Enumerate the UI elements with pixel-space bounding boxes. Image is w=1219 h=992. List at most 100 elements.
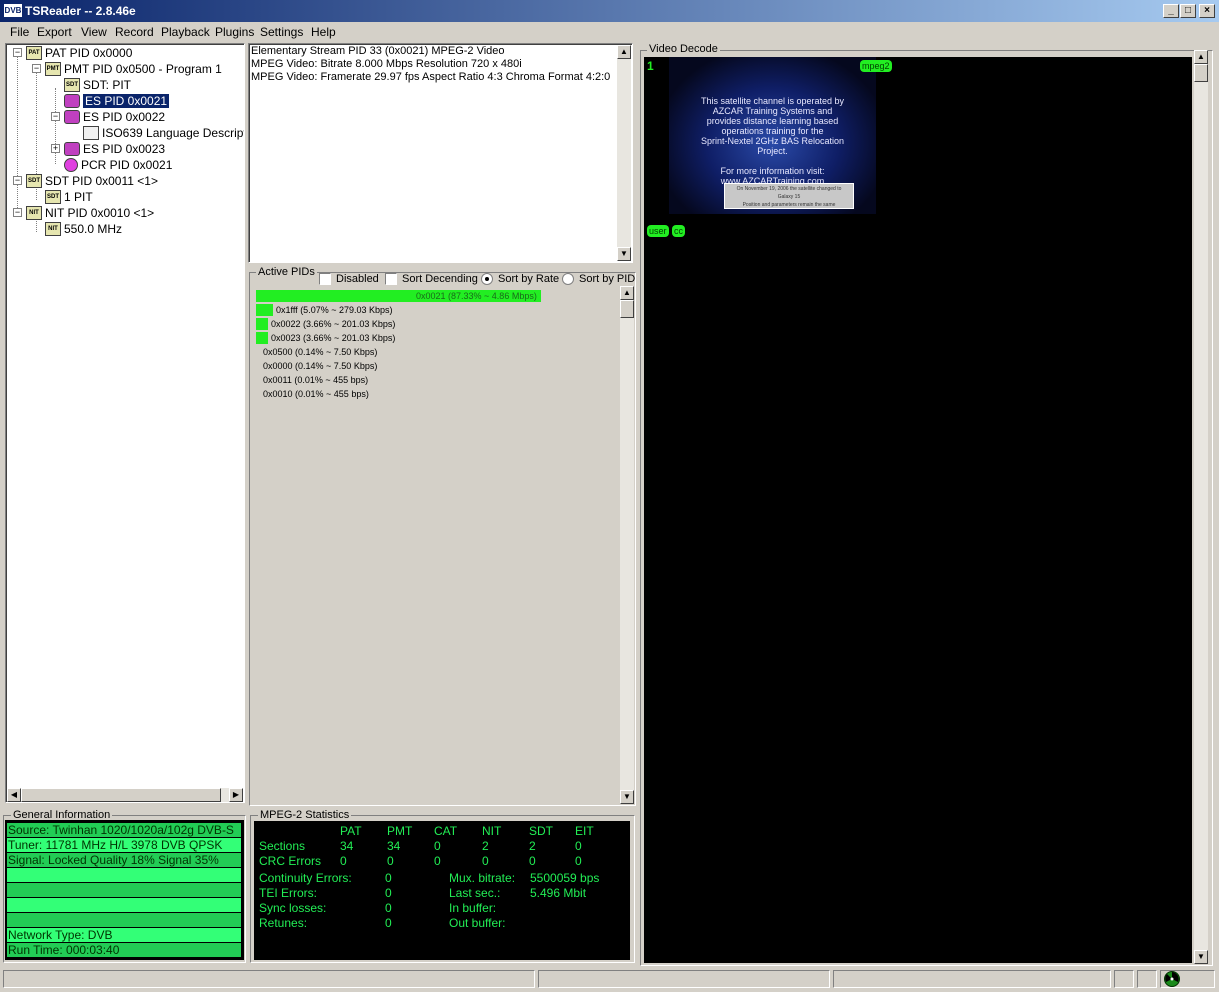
stream-info-panel[interactable]: Elementary Stream PID 33 (0x0021) MPEG-2… [248,43,633,263]
pid-rate-label[interactable]: 0x0000 (0.14% ~ 7.50 Kbps) [263,361,377,371]
expander-es-0023[interactable]: + [51,144,60,153]
frame-text: AZCAR Training Systems and [712,106,833,116]
info-row-empty [7,883,241,897]
frame-text: This satellite channel is operated by [700,96,845,106]
scroll-right-button[interactable]: ▶ [229,788,243,802]
expander-pmt[interactable]: − [32,64,41,73]
tree-node-es-0023[interactable]: ES PID 0x0023 [64,140,165,156]
expander-es-0022[interactable]: − [51,112,60,121]
tree-node-pcr[interactable]: PCR PID 0x0021 [64,156,172,172]
title-bar[interactable]: DVB TSReader -- 2.8.46e _ □ × [0,0,1219,22]
tree-node-frequency[interactable]: NIT 550.0 MHz [45,220,122,236]
col-header: PAT [340,824,362,838]
tree-node-nit[interactable]: NIT NIT PID 0x0010 <1> [26,204,154,220]
pid-vscroll-track[interactable] [620,286,634,804]
tree-node-pat[interactable]: PAT PAT PID 0x0000 [26,44,132,60]
tree-node-pmt[interactable]: PMT PMT PID 0x0500 - Program 1 [45,60,222,76]
tree-label: NIT PID 0x0010 <1> [45,205,155,220]
menu-export[interactable]: Export [37,25,72,39]
tree-label: 1 PIT [64,189,93,204]
tree-node-pit[interactable]: SDT 1 PIT [45,188,93,204]
frame-text: Project. [757,146,788,156]
pid-rate-label[interactable]: 0x0023 (3.66% ~ 201.03 Kbps) [271,333,395,343]
menu-view[interactable]: View [81,25,107,39]
sort-by-pid-radio[interactable] [562,273,574,285]
last-sec-value: 5.496 Mbit [530,886,587,900]
menu-record[interactable]: Record [115,25,154,39]
close-button[interactable]: × [1199,4,1215,18]
frame-text: Sprint-Nextel 2GHz BAS Relocation [700,136,845,146]
info-vscroll-track[interactable] [617,45,631,261]
pid-rate-label[interactable]: 0x1fff (5.07% ~ 279.03 Kbps) [276,305,393,315]
video-display[interactable]: 1 This satellite channel is operated by … [644,57,1192,963]
tei-value: 0 [385,886,392,900]
active-pids-title: Active PIDs [256,266,317,278]
nit-icon: NIT [45,221,61,236]
menu-playback[interactable]: Playback [161,25,210,39]
sort-descending-checkbox[interactable] [385,273,397,285]
scroll-down-button[interactable]: ▼ [1194,950,1208,964]
crc-label: CRC Errors [259,854,321,868]
scroll-up-button[interactable]: ▲ [617,45,631,59]
menu-file[interactable]: File [10,25,29,39]
notice-text: On November 19, 2006 the satellite chang… [736,186,842,192]
scroll-down-button[interactable]: ▼ [620,790,634,804]
pid-rate-label[interactable]: 0x0021 (87.33% ~ 4.86 Mbps) [416,291,537,301]
video-vscroll-track[interactable] [1194,50,1208,964]
sections-value: 34 [340,839,354,853]
tree-node-sdt-pit[interactable]: SDT SDT: PIT [64,76,131,92]
window-title: TSReader -- 2.8.46e [25,4,136,18]
cc-badge[interactable]: cc [672,225,685,237]
tree-label: PMT PID 0x0500 - Program 1 [64,61,222,76]
pcr-icon [64,157,78,172]
pid-list[interactable]: 0x0021 (87.33% ~ 4.86 Mbps) 0x1fff (5.07%… [253,286,634,804]
pid-rate-label[interactable]: 0x0500 (0.14% ~ 7.50 Kbps) [263,347,377,357]
pid-rate-bar [256,304,273,316]
sdt-icon: SDT [45,189,61,204]
video-vscroll-thumb[interactable] [1194,64,1208,82]
tree-hscroll-thumb[interactable] [21,788,221,802]
menu-settings[interactable]: Settings [260,25,303,39]
signal-info: Signal: Locked Quality 18% Signal 35% [7,853,241,867]
maximize-button[interactable]: □ [1180,4,1196,18]
crc-value: 0 [482,854,489,868]
frame-text: operations training for the [721,126,824,136]
tree-label: ES PID 0x0022 [83,109,166,124]
pid-vscroll-thumb[interactable] [620,300,634,318]
scroll-up-button[interactable]: ▲ [1194,50,1208,64]
user-badge[interactable]: user [647,225,669,237]
nit-icon: NIT [26,205,42,220]
tree-node-es-0021[interactable]: ES PID 0x0021 [64,92,171,109]
scroll-left-button[interactable]: ◀ [7,788,21,802]
col-header: NIT [482,824,502,838]
tree-node-es-0022[interactable]: ES PID 0x0022 [64,108,165,124]
pid-rate-bar [256,332,268,344]
minimize-button[interactable]: _ [1163,4,1179,18]
tree-label: 550.0 MHz [64,221,123,236]
pat-icon: PAT [26,45,42,60]
expander-sdt[interactable]: − [13,176,22,185]
tree-node-iso639[interactable]: ISO639 Language Descriptor [83,124,244,140]
mux-bitrate-label: Mux. bitrate: [449,871,516,885]
disabled-checkbox[interactable] [319,273,331,285]
last-sec-label: Last sec.: [449,886,501,900]
menu-plugins[interactable]: Plugins [215,25,254,39]
sections-value: 34 [387,839,401,853]
frame-text: For more information visit: [720,166,825,176]
pid-rate-label[interactable]: 0x0022 (3.66% ~ 201.03 Kbps) [271,319,395,329]
scroll-down-button[interactable]: ▼ [617,247,631,261]
network-info: Network Type: DVB [7,928,241,942]
tree-node-sdt[interactable]: SDT SDT PID 0x0011 <1> [26,172,158,188]
scroll-up-button[interactable]: ▲ [620,286,634,300]
mux-bitrate-value: 5500059 bps [530,871,600,885]
sections-value: 0 [434,839,441,853]
pid-rate-label[interactable]: 0x0010 (0.01% ~ 455 bps) [263,389,369,399]
expander-pat[interactable]: − [13,48,22,57]
crc-value: 0 [387,854,394,868]
expander-nit[interactable]: − [13,208,22,217]
status-pane [1114,970,1134,988]
sort-by-rate-radio[interactable] [481,273,493,285]
menu-help[interactable]: Help [311,25,336,39]
stream-tree[interactable]: − PAT PAT PID 0x0000 − PMT PMT PID 0x0500 … [5,43,245,803]
pid-rate-label[interactable]: 0x0011 (0.01% ~ 455 bps) [263,375,368,385]
